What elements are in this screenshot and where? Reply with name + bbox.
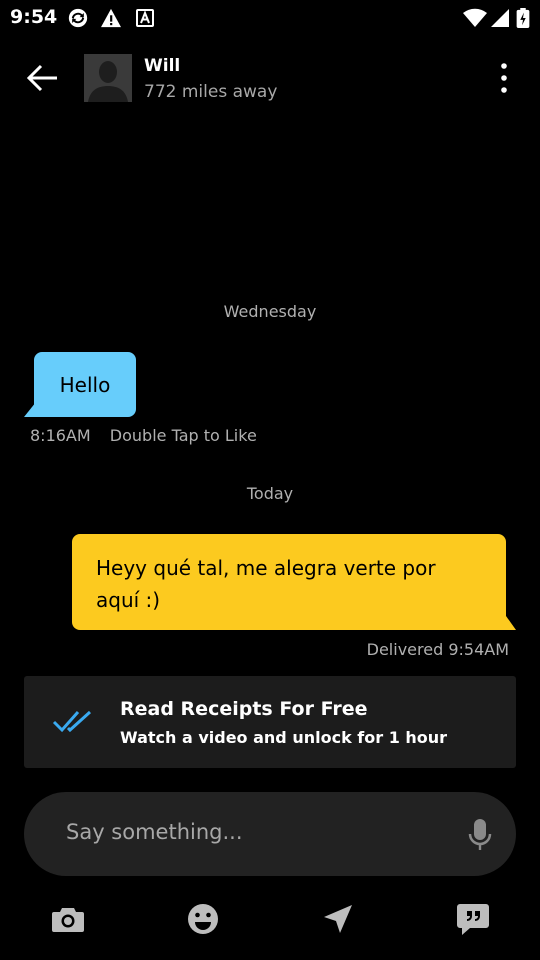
incoming-message-time: 8:16AM <box>30 426 91 445</box>
accessibility-icon <box>136 9 154 27</box>
day-separator: Wednesday <box>223 302 317 321</box>
microphone-icon[interactable] <box>468 818 492 852</box>
camera-icon[interactable] <box>51 902 85 936</box>
more-vert-icon[interactable] <box>494 62 514 94</box>
chat-toolbar <box>0 896 540 944</box>
outgoing-message-text: Heyy qué tal, me alegra verte por aquí :… <box>96 556 436 612</box>
sync-icon <box>68 8 88 28</box>
double-check-icon <box>52 710 92 733</box>
quick-replies-icon[interactable] <box>456 902 490 936</box>
warning-icon <box>101 8 121 28</box>
signal-icon <box>491 9 509 27</box>
double-tap-hint: Double Tap to Like <box>109 426 257 445</box>
read-receipts-promo[interactable]: Read Receipts For Free Watch a video and… <box>24 676 516 768</box>
contact-name[interactable]: Will <box>144 56 180 76</box>
emoji-icon[interactable] <box>186 902 220 936</box>
message-input[interactable]: Say something... <box>66 820 243 844</box>
promo-subtitle: Watch a video and unlock for 1 hour <box>120 728 448 747</box>
incoming-message-text: Hello <box>59 372 111 397</box>
profile-silhouette-icon <box>88 61 128 102</box>
incoming-bubble-tail <box>24 402 36 417</box>
back-arrow-icon[interactable] <box>24 62 60 94</box>
wifi-icon <box>463 8 487 28</box>
incoming-message-bubble[interactable]: Hello <box>34 352 136 417</box>
incoming-message-meta: 8:16AM Double Tap to Like <box>30 426 257 445</box>
status-bar: 9:54 <box>0 0 540 36</box>
chat-header: Will 772 miles away <box>0 40 540 116</box>
delivery-status: Delivered 9:54AM <box>366 640 509 659</box>
day-separator: Today <box>246 484 294 503</box>
location-arrow-icon[interactable] <box>321 902 355 936</box>
message-composer[interactable]: Say something... <box>24 792 516 876</box>
outgoing-message-bubble[interactable]: Heyy qué tal, me alegra verte por aquí :… <box>72 534 506 630</box>
status-time: 9:54 <box>10 6 58 28</box>
contact-distance: 772 miles away <box>144 82 278 102</box>
avatar[interactable] <box>84 54 132 102</box>
outgoing-bubble-tail <box>506 616 516 630</box>
promo-title: Read Receipts For Free <box>120 698 368 720</box>
battery-icon <box>516 8 530 28</box>
